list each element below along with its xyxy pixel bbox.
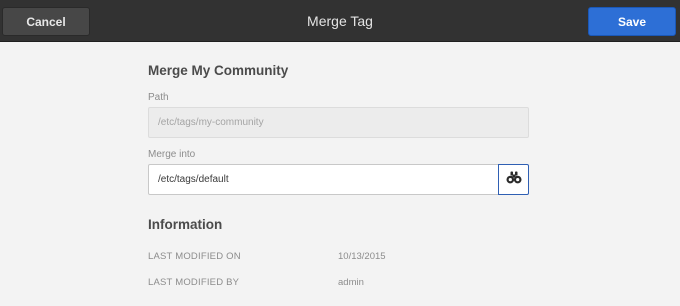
tag-picker-button[interactable]	[498, 164, 529, 195]
info-key-modified-by: LAST MODIFIED BY	[148, 277, 240, 288]
section-title-merge: Merge My Community	[148, 63, 289, 78]
merge-into-input[interactable]	[148, 164, 499, 195]
info-value-modified-on: 10/13/2015	[338, 251, 386, 262]
path-value: /etc/tags/my-community	[158, 117, 264, 128]
save-button[interactable]: Save	[588, 7, 676, 36]
binoculars-icon	[506, 171, 522, 189]
dialog-title: Merge Tag	[307, 13, 373, 29]
info-key-modified-on: LAST MODIFIED ON	[148, 251, 241, 262]
path-field: /etc/tags/my-community	[148, 107, 529, 138]
section-title-information: Information	[148, 217, 223, 232]
path-label: Path	[148, 92, 169, 103]
merge-into-label: Merge into	[148, 149, 196, 160]
info-value-modified-by: admin	[338, 277, 364, 288]
dialog-titlebar: Cancel Merge Tag Save	[0, 0, 680, 42]
